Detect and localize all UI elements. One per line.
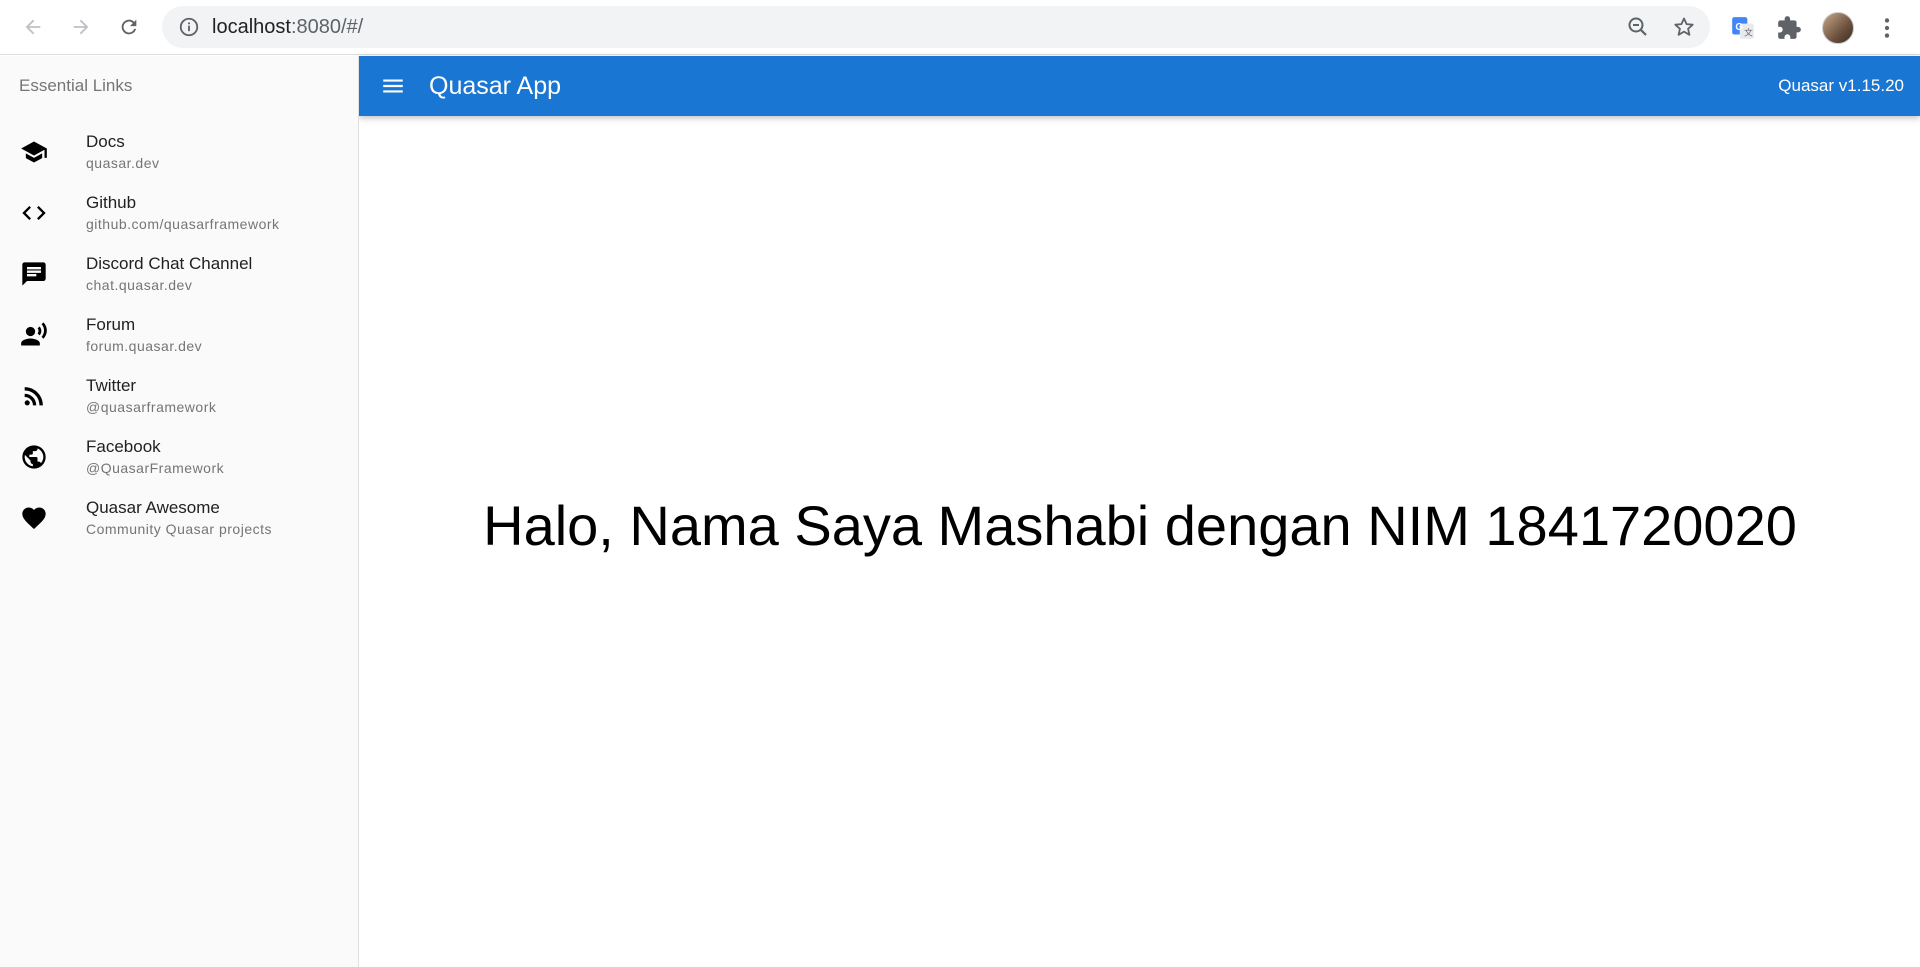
greeting-heading: Halo, Nama Saya Mashabi dengan NIM 18417… (483, 494, 1797, 557)
link-title: Twitter (86, 375, 137, 395)
browser-toolbar: localhost:8080/#/ G文 (0, 0, 1920, 55)
link-caption: chat.quasar.dev (86, 276, 193, 293)
address-bar[interactable]: localhost:8080/#/ (162, 6, 1710, 48)
link-title: Discord Chat Channel (86, 253, 253, 273)
link-caption: quasar.dev (86, 154, 160, 171)
link-caption: @quasarframework (86, 398, 217, 415)
back-button[interactable] (18, 12, 48, 42)
link-caption: forum.quasar.dev (86, 337, 203, 354)
link-title: Forum (86, 314, 136, 334)
info-icon[interactable] (178, 16, 200, 38)
more-vert-icon[interactable] (1874, 15, 1900, 41)
svg-text:G: G (1735, 22, 1743, 33)
public-icon (22, 444, 46, 469)
link-item-discord[interactable]: Discord Chat Channel chat.quasar.dev (0, 243, 358, 304)
app-version: Quasar v1.15.20 (1778, 76, 1904, 95)
favorite-icon (22, 507, 46, 529)
forward-arrow-icon (73, 19, 89, 35)
bookmark-star-icon[interactable] (1672, 15, 1696, 39)
link-title: Facebook (86, 436, 161, 456)
page-content: Halo, Nama Saya Mashabi dengan NIM 18417… (360, 116, 1920, 967)
profile-avatar[interactable] (1822, 11, 1854, 44)
google-translate-icon[interactable]: G文 (1730, 15, 1756, 41)
reload-icon (121, 19, 137, 35)
app-header: Quasar App Quasar v1.15.20 (359, 56, 1920, 116)
link-item-facebook[interactable]: Facebook @QuasarFramework (0, 426, 358, 487)
code-icon (22, 205, 46, 220)
rss-feed-icon (24, 386, 43, 405)
chat-icon (22, 261, 46, 286)
link-item-quasar-awesome[interactable]: Quasar Awesome Community Quasar projects (0, 487, 358, 548)
left-drawer: Essential Links Docs quasar.dev Github g… (0, 56, 359, 967)
link-title: Docs (86, 131, 125, 151)
svg-text:文: 文 (1744, 26, 1753, 37)
url-text[interactable]: localhost:8080/#/ (212, 16, 363, 39)
link-title: Quasar Awesome (86, 497, 220, 517)
link-caption: Community Quasar projects (86, 520, 273, 537)
record-voice-icon (21, 321, 47, 345)
back-arrow-icon (25, 19, 41, 35)
app-title: Quasar App (429, 71, 562, 100)
drawer-header: Essential Links (19, 76, 133, 95)
link-title: Github (86, 192, 137, 212)
extensions-area: G文 (1730, 0, 1920, 55)
link-caption: github.com/quasarframework (86, 215, 280, 232)
school-icon (21, 141, 47, 162)
forward-button[interactable] (66, 12, 96, 42)
link-item-forum[interactable]: Forum forum.quasar.dev (0, 304, 358, 365)
extensions-puzzle-icon[interactable] (1776, 15, 1802, 41)
link-caption: @QuasarFramework (86, 459, 225, 476)
url-path: :8080/#/ (290, 15, 364, 38)
essential-links-list: Docs quasar.dev Github github.com/quasar… (0, 121, 358, 548)
link-item-docs[interactable]: Docs quasar.dev (0, 121, 358, 182)
menu-toggle-button[interactable] (373, 66, 413, 106)
zoom-out-icon[interactable] (1626, 15, 1650, 39)
reload-button[interactable] (114, 12, 144, 42)
url-host: localhost (212, 15, 291, 38)
link-item-github[interactable]: Github github.com/quasarframework (0, 182, 358, 243)
menu-icon (383, 79, 403, 93)
link-item-twitter[interactable]: Twitter @quasarframework (0, 365, 358, 426)
